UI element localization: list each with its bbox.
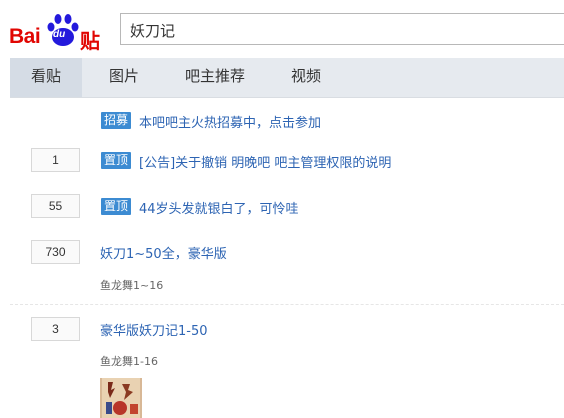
search-input-value: 妖刀记 xyxy=(130,22,176,40)
thread-title[interactable]: 豪华版妖刀记1-50 xyxy=(100,320,208,339)
book-cover-image-icon xyxy=(100,378,142,418)
pinned-badge: 置顶 xyxy=(101,152,132,169)
reply-count: 3 xyxy=(31,317,80,341)
thread-title[interactable]: 妖刀1~50全，豪华版 xyxy=(100,243,227,262)
divider xyxy=(10,304,564,305)
reply-count: 55 xyxy=(31,194,80,218)
baidu-tieba-logo[interactable]: Bai du 贴吧 xyxy=(8,11,114,82)
reply-count: 1 xyxy=(31,148,80,172)
reply-count: 730 xyxy=(31,240,80,264)
thread-author[interactable]: 鱼龙舞1~16 xyxy=(100,277,163,293)
tab-videos[interactable]: 视频 xyxy=(276,58,336,97)
book-cover-thumbnail[interactable] xyxy=(100,378,142,418)
recruit-badge: 招募 xyxy=(101,112,132,129)
pinned-badge: 置顶 xyxy=(101,198,132,215)
tab-bar: 看贴 图片 吧主推荐 视频 xyxy=(10,58,564,98)
logo-bai-text: Bai xyxy=(9,25,41,48)
tab-recommended[interactable]: 吧主推荐 xyxy=(170,58,260,97)
logo-du-text: du xyxy=(53,29,66,40)
tab-posts[interactable]: 看贴 xyxy=(10,58,82,97)
thread-title[interactable]: 44岁头发就银白了，可怜哇 xyxy=(139,198,299,217)
header: Bai du 贴吧 妖刀记 xyxy=(0,0,564,82)
tab-images[interactable]: 图片 xyxy=(92,58,156,97)
thread-author[interactable]: 鱼龙舞1-16 xyxy=(100,353,158,369)
search-input[interactable]: 妖刀记 xyxy=(120,13,564,45)
thread-title[interactable]: [公告]关于撤销 明晚吧 吧主管理权限的说明 xyxy=(139,152,391,171)
thread-title[interactable]: 本吧吧主火热招募中，点击参加 xyxy=(139,112,321,131)
